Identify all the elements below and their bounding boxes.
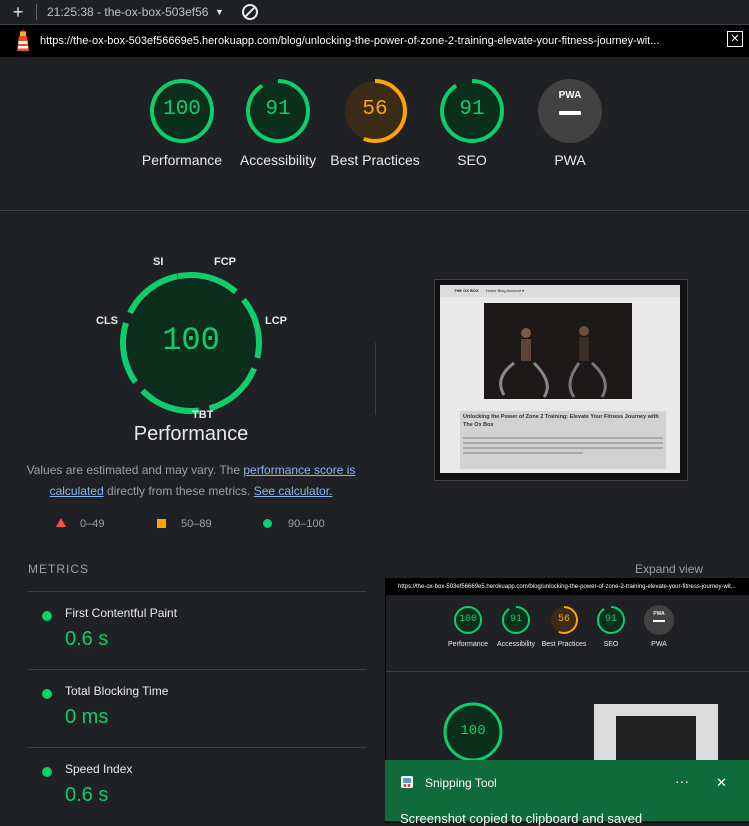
preview-url: https://the-ox-box-503ef56669e5.herokuap… [386, 579, 749, 595]
gauge-score: 56 [362, 98, 388, 121]
expand-view-button[interactable]: Expand view [635, 562, 703, 576]
metric-label-fcp: FCP [214, 256, 236, 268]
gauge-accessibility[interactable]: 91 Accessibility [228, 78, 328, 170]
screenshot-hero-image [484, 303, 632, 399]
screenshot-text-line [463, 447, 663, 449]
gauge-label: Performance [141, 152, 223, 168]
screenshot-text-line [463, 442, 663, 444]
screenshot-navbar: THE OX BOX Home Blog Account ▾ [440, 285, 680, 297]
metric-label-si: SI [153, 256, 164, 268]
more-options-icon[interactable]: ··· [675, 773, 689, 789]
metric-row: First Contentful Paint 0.6 s [28, 591, 366, 670]
report-url-bar: https://the-ox-box-503ef56669e5.herokuap… [0, 25, 749, 57]
pwa-badge-icon [538, 79, 602, 143]
performance-title: Performance [133, 423, 249, 445]
screenshot-article: Unlocking the Power of Zone 2 Training: … [460, 411, 666, 469]
metric-label-cls: CLS [96, 315, 118, 327]
metric-name: Total Blocking Time [65, 684, 169, 698]
chevron-down-icon[interactable]: ▼ [215, 7, 224, 17]
toolbar-divider [36, 4, 37, 20]
metrics-heading: METRICS [28, 562, 89, 576]
clear-icon[interactable] [241, 4, 258, 20]
gauge-label: SEO [457, 152, 487, 168]
note-text: Values are estimated and may vary. The [26, 463, 244, 477]
note-text: directly from these metrics. [103, 484, 254, 498]
legend-pass: 90–100 [288, 518, 325, 530]
gauge-performance[interactable]: 100 Performance [132, 78, 232, 170]
legend-average: 50–89 [181, 518, 212, 530]
gauge-pwa[interactable]: PWA PWA [520, 78, 620, 170]
preview-gauge-pwa: PWA PWA [631, 605, 687, 649]
section-divider [375, 343, 376, 415]
average-square-icon [157, 519, 166, 528]
pwa-badge-text: PWA [558, 90, 582, 101]
screenshot-brand: THE OX BOX [454, 288, 479, 293]
close-icon[interactable]: ✕ [716, 775, 727, 791]
preview-label: PWA [651, 641, 667, 648]
gauge-best-practices[interactable]: 56 Best Practices [325, 78, 425, 170]
gauge-score: 100 [163, 98, 201, 121]
metric-value: 0.6 s [65, 784, 109, 806]
category-scores: 100 Performance 91 Accessibility 56 Best… [0, 58, 749, 211]
snipping-tool-icon [401, 776, 413, 788]
screenshot-page: THE OX BOX Home Blog Account ▾ Unlocking… [440, 285, 680, 473]
preview-hero-image [616, 716, 696, 766]
performance-section: 100 SI FCP LCP CLS TBT Performance Value… [0, 212, 749, 582]
pass-circle-icon [263, 519, 272, 528]
gauge-seo[interactable]: 91 SEO [422, 78, 522, 170]
notification-message: Screenshot copied to clipboard and saved [400, 811, 643, 826]
lighthouse-icon [17, 30, 29, 51]
screenshot-nav: Home Blog Account ▾ [485, 288, 525, 293]
gauge-label: Best Practices [330, 152, 420, 168]
metric-name: Speed Index [65, 762, 133, 776]
report-selector[interactable]: 21:25:38 - the-ox-box-503ef56 [47, 5, 215, 19]
legend-fail: 0–49 [80, 518, 105, 530]
preview-divider [386, 671, 749, 672]
pass-circle-icon [42, 611, 52, 621]
metric-value: 0 ms [65, 706, 109, 728]
metric-label-tbt: TBT [192, 409, 214, 421]
battle-ropes-photo-icon [484, 303, 632, 399]
close-icon[interactable]: ✕ [727, 31, 743, 47]
metric-name: First Contentful Paint [65, 606, 178, 620]
metric-value: 0.6 s [65, 628, 109, 650]
gauge-score: 91 [265, 98, 291, 121]
metric-row: Speed Index 0.6 s [28, 747, 366, 826]
metric-row: Total Blocking Time 0 ms [28, 669, 366, 748]
screenshot-text-line [463, 437, 663, 439]
fail-triangle-icon [56, 518, 66, 527]
new-report-button[interactable]: + [0, 2, 36, 23]
final-screenshot[interactable]: THE OX BOX Home Blog Account ▾ Unlocking… [434, 279, 688, 481]
pass-circle-icon [42, 767, 52, 777]
preview-big-score: 100 [460, 723, 486, 739]
calculator-link[interactable]: See calculator. [254, 484, 333, 498]
estimate-note: Values are estimated and may vary. The p… [20, 460, 362, 502]
pass-circle-icon [42, 689, 52, 699]
preview-pwa-text: PWA [653, 611, 665, 617]
screenshot-text-line [463, 452, 583, 454]
gauge-label: PWA [554, 152, 586, 168]
screenshot-heading: Unlocking the Power of Zone 2 Training: … [463, 414, 659, 428]
snipping-tool-notification[interactable]: Snipping Tool ··· ✕ Screenshot copied to… [385, 760, 749, 826]
performance-score: 100 [162, 322, 220, 359]
notification-app-name: Snipping Tool [425, 776, 497, 790]
devtools-toolbar: + 21:25:38 - the-ox-box-503ef56 ▼ [0, 0, 749, 25]
metric-label-lcp: LCP [265, 315, 287, 327]
preview-screenshot-thumbnail [594, 704, 718, 766]
gauge-score: 91 [459, 98, 485, 121]
gauge-label: Accessibility [239, 152, 317, 168]
report-url[interactable]: https://the-ox-box-503ef56669e5.herokuap… [40, 35, 720, 47]
